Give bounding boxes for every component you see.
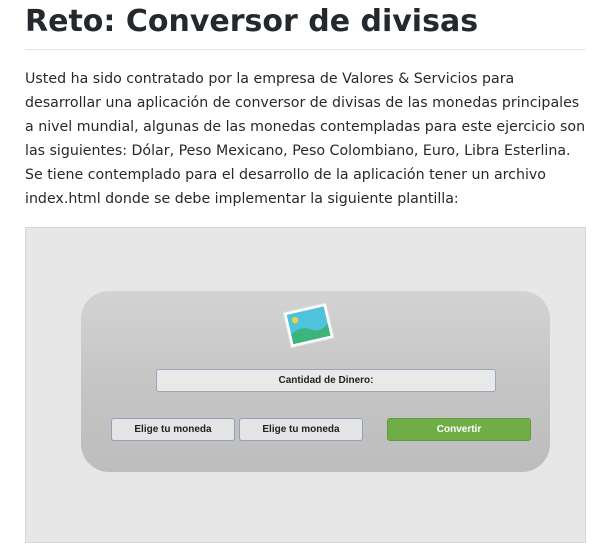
page-title: Reto: Conversor de divisas [25, 4, 479, 39]
currency-to-select[interactable]: Elige tu moneda [239, 418, 363, 441]
currency-from-select[interactable]: Elige tu moneda [111, 418, 235, 441]
converter-card: Cantidad de Dinero: Elige tu moneda Elig… [81, 291, 550, 472]
intro-paragraph: Usted ha sido contratado por la empresa … [25, 71, 586, 207]
image-icon [282, 302, 335, 349]
title-divider [25, 49, 586, 50]
convert-button[interactable]: Convertir [387, 418, 531, 441]
template-mockup-figure: Cantidad de Dinero: Elige tu moneda Elig… [25, 227, 586, 543]
amount-input[interactable]: Cantidad de Dinero: [156, 369, 496, 392]
